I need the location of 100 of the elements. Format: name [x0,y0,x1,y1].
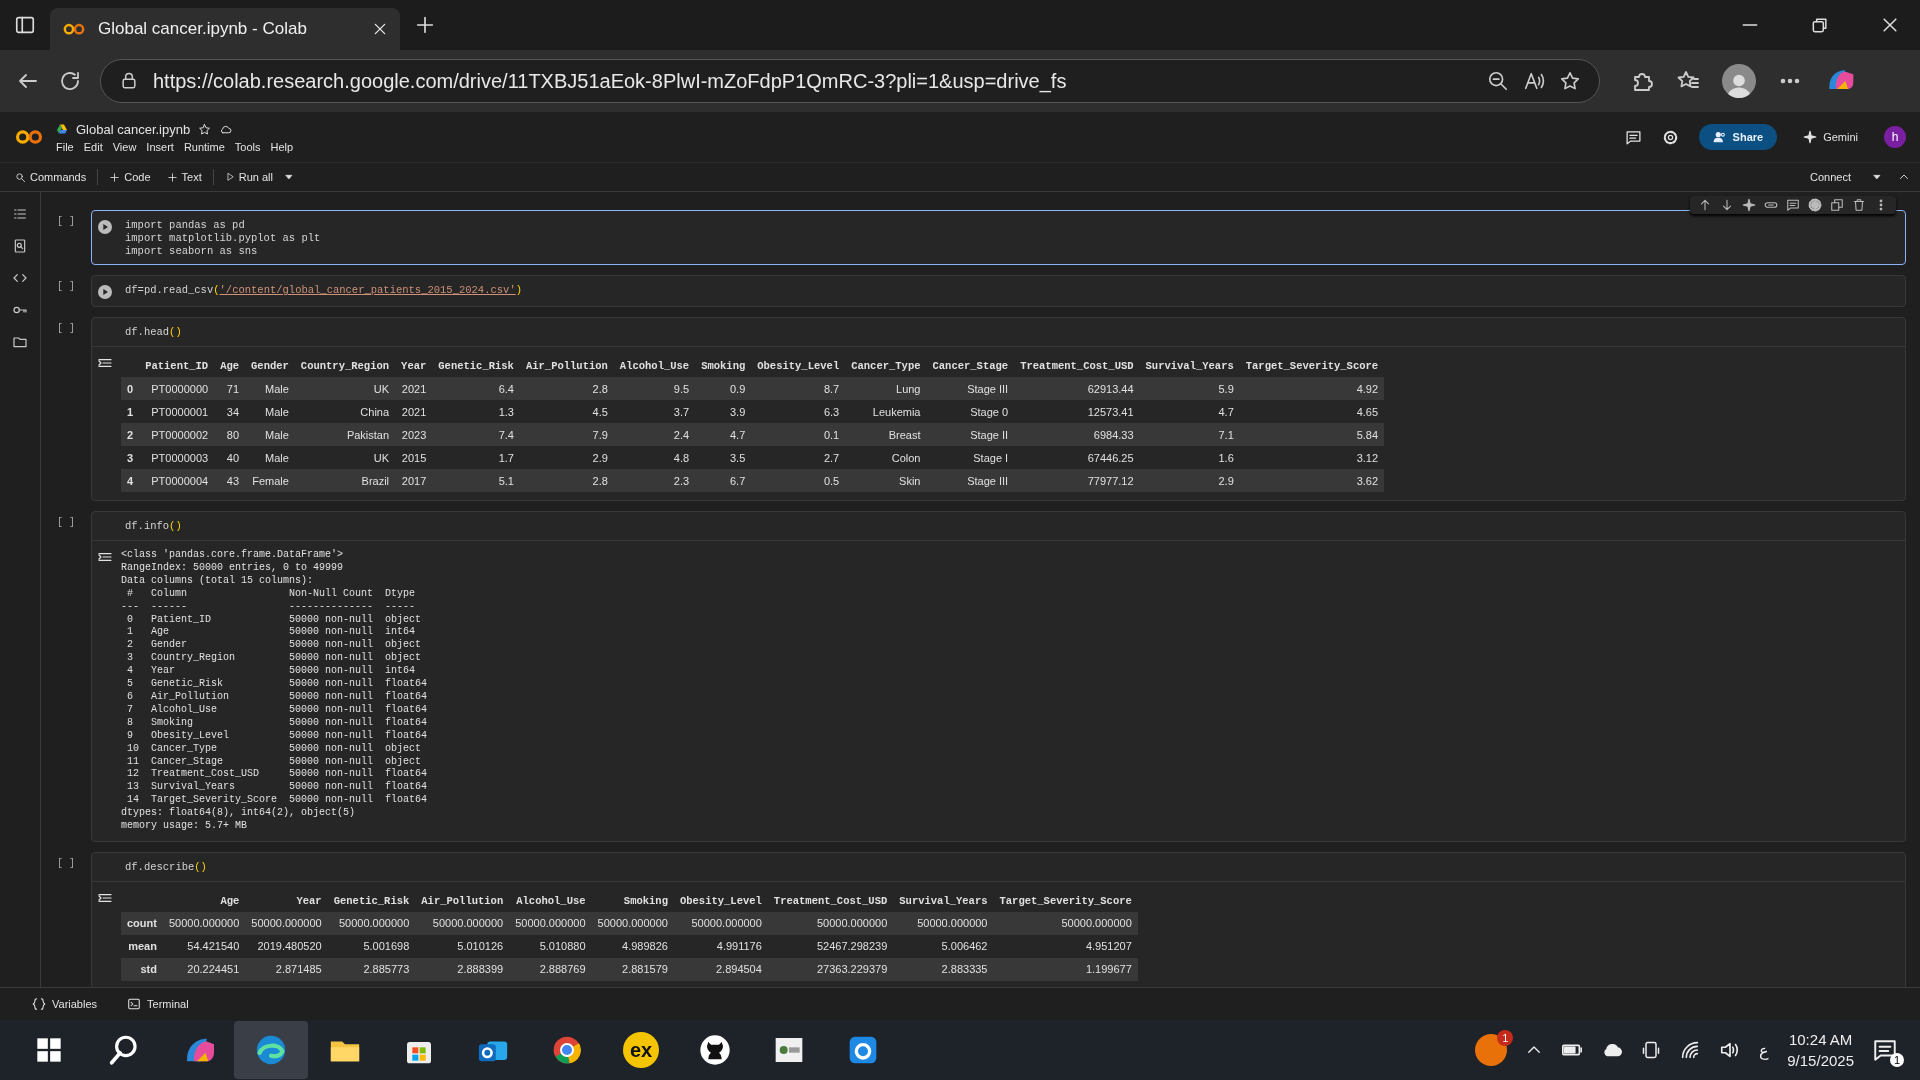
column-header: Alcohol_Use [613,355,696,377]
menu-item[interactable]: Help [270,140,294,153]
move-down-icon[interactable] [1720,198,1734,212]
execution-count: [ ] [57,322,76,336]
colab-logo-icon[interactable] [14,128,44,146]
code-cell[interactable] [91,851,1906,987]
menu-item[interactable]: File [56,140,74,153]
row-index: mean [121,934,163,958]
table-cell: 2.8 [519,469,614,492]
table-cell: 27363.229379 [767,957,894,981]
menu-item[interactable]: Edit [83,140,103,153]
column-header: Cancer_Stage [926,355,1015,377]
run-all-button[interactable]: Run all [219,169,278,185]
read-aloud-icon[interactable] [1523,70,1545,92]
copy-icon[interactable] [1830,198,1844,212]
table-cell: Colon [845,446,927,469]
move-up-icon[interactable] [1698,198,1712,212]
favorite-star-icon[interactable] [1559,70,1581,92]
share-button[interactable]: Share [1698,124,1778,150]
app-logo-icon[interactable]: ex [623,1032,659,1068]
table-cell: 5.001698 [327,934,416,958]
close-icon[interactable] [372,21,388,37]
table-cell: 20.224451 [162,957,246,981]
colab-logo-icon[interactable] [62,21,86,37]
menu-item[interactable]: Insert [146,140,174,153]
input-language[interactable]: ع [1759,1040,1770,1060]
table-cell: 9.5 [613,377,696,400]
folder-icon[interactable] [12,334,28,350]
table-cell: 4.65 [1239,400,1385,423]
add-code-button[interactable]: Code [104,169,156,185]
ring-app-icon[interactable] [847,1034,879,1066]
cat-silhouette-icon[interactable] [699,1034,731,1066]
column-header: Genetic_Risk [327,889,416,912]
menu-item[interactable]: Tools [234,140,261,153]
terminal-button[interactable]: Terminal [121,996,195,1012]
table-cell: Skin [845,469,927,492]
sidebar-toggle-icon[interactable] [14,14,36,36]
table-cell: 0.1 [751,423,846,446]
browser-tab[interactable]: Global cancer.ipynb - Colab [50,8,400,50]
column-header: Gender [245,355,295,377]
taskbar-button[interactable] [234,1021,308,1079]
sparkle-icon[interactable] [1742,198,1756,212]
row-index: 4 [121,469,140,492]
new-tab-icon[interactable] [414,14,436,36]
notebook-name[interactable]: Global cancer.ipynb [76,121,191,137]
notification-center-icon[interactable] [1872,1037,1898,1063]
table-cell: 3.5 [695,446,752,469]
add-text-button[interactable]: Text [161,169,207,185]
code-cell[interactable]: import pandas as pd import matplotlib.pyplot as plt import seaborn as sns [91,210,1906,265]
output-line: 3 Country_Region 50000 non-null object [126,652,423,665]
restore-icon[interactable] [1810,15,1830,35]
commands-button[interactable]: Commands [10,169,92,185]
find-icon[interactable] [12,238,28,254]
lock-icon[interactable] [119,71,139,91]
output-line: RangeIndex: 50000 entries, 0 to 49999 [121,561,345,575]
menu-item[interactable]: View [112,140,137,153]
table-cell: 2.3 [613,469,696,492]
table-cell: 2.9 [519,446,614,469]
output-line: memory usage: 5.7+ MB [121,820,249,833]
table-cell: 2.883335 [893,957,994,981]
star-icon[interactable] [198,122,212,136]
code-cell[interactable] [91,317,1906,501]
dropdown-caret-icon[interactable] [1872,172,1882,182]
run-button-icon[interactable] [97,284,113,300]
circle-logo-icon[interactable] [551,1034,583,1066]
table-cell: 2015 [395,446,433,469]
output-line: --- ------ -------------- ----- [121,600,417,614]
comment-icon[interactable] [1624,128,1642,146]
comment-icon[interactable] [1786,198,1800,212]
column-header: Smoking [695,355,752,377]
variables-button[interactable]: Variables [26,996,104,1012]
table-cell: 2.8 [519,377,614,400]
column-header: Air_Pollution [519,355,614,377]
code-cell[interactable]: df=pd.read_csv('/content/global_cancer_patients_2015_2024.csv') [91,275,1906,307]
start-icon[interactable] [35,1036,63,1064]
table-cell: 50000.000000 [673,911,768,935]
dropdown-caret-icon[interactable] [284,172,294,182]
table-cell: 2.888399 [415,957,510,981]
address-bar[interactable]: https://colab.research.google.com/drive/11TXBJ51aEok-8PlwI-mZoFdpP1QmRC-3?pli=1&usp=drive_fs [100,59,1600,103]
taskbar-clock[interactable]: 10:24 AM 9/15/2025 [1787,1031,1854,1069]
profile-avatar[interactable] [1722,64,1756,98]
output-line: 13 Survival_Years 50000 non-null float64 [126,781,428,794]
menu-item[interactable]: Runtime [183,140,225,153]
gemini-button[interactable]: Gemini [1797,129,1864,145]
row-index: 3 [121,446,140,469]
column-header: Air_Pollution [415,889,510,912]
zoom-out-icon[interactable] [1487,70,1509,92]
reload-icon[interactable] [58,69,82,93]
account-avatar[interactable]: h [1884,126,1906,148]
table-cell: Stage III [926,469,1015,492]
app-tray-icon[interactable] [1475,1034,1508,1066]
run-button-icon[interactable] [97,219,113,235]
delete-icon[interactable] [1852,198,1866,212]
code-cell[interactable] [91,511,1906,842]
taskbar-button[interactable]: ex [604,1021,678,1079]
column-header: Patient_ID [139,355,215,377]
phone-link-icon[interactable] [1641,1040,1662,1060]
browser-icon[interactable] [254,1033,288,1067]
table-of-contents-icon[interactable] [12,206,28,222]
connect-button[interactable]: Connect [1805,169,1856,185]
